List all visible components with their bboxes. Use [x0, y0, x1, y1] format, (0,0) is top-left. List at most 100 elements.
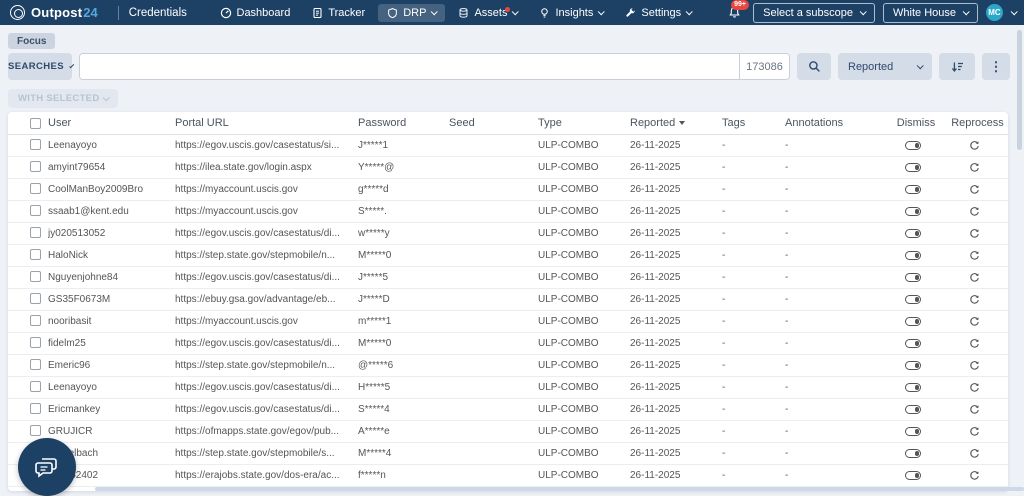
dismiss-toggle-icon[interactable] [905, 405, 921, 414]
table-row[interactable]: nooribasit https://myaccount.uscis.gov m… [8, 311, 1008, 333]
column-header-dismiss[interactable]: Dismiss [885, 117, 947, 129]
user-menu-chevron-icon[interactable] [1011, 8, 1018, 15]
reprocess-icon[interactable] [969, 184, 980, 195]
column-header-type[interactable]: Type [538, 117, 630, 129]
brand-logo-group[interactable]: Outpost 24 [0, 5, 108, 20]
reprocess-icon[interactable] [969, 162, 980, 173]
search-button[interactable] [797, 53, 831, 80]
reprocess-icon[interactable] [969, 272, 980, 283]
user-avatar[interactable]: MC [986, 4, 1003, 21]
row-checkbox[interactable] [30, 403, 41, 414]
table-row[interactable]: Efogelbach https://step.state.gov/stepmo… [8, 443, 1008, 465]
reprocess-icon[interactable] [969, 338, 980, 349]
column-header-portal-url[interactable]: Portal URL [175, 117, 358, 129]
reprocess-icon[interactable] [969, 316, 980, 327]
reprocess-icon[interactable] [969, 382, 980, 393]
row-checkbox[interactable] [30, 205, 41, 216]
nav-item-dashboard[interactable]: Dashboard [211, 4, 300, 22]
row-checkbox[interactable] [30, 183, 41, 194]
table-row[interactable]: CoolManBoy2009Bro https://myaccount.usci… [8, 179, 1008, 201]
row-checkbox[interactable] [30, 425, 41, 436]
reprocess-icon[interactable] [969, 294, 980, 305]
table-row[interactable]: HaloNick https://step.state.gov/stepmobi… [8, 245, 1008, 267]
table-row[interactable]: Nguyenjohne84 https://egov.uscis.gov/cas… [8, 267, 1008, 289]
row-checkbox[interactable] [30, 293, 41, 304]
reprocess-icon[interactable] [969, 140, 980, 151]
dismiss-toggle-icon[interactable] [905, 185, 921, 194]
reprocess-icon[interactable] [969, 228, 980, 239]
dismiss-toggle-icon[interactable] [905, 449, 921, 458]
reprocess-icon[interactable] [969, 448, 980, 459]
dismiss-toggle-icon[interactable] [905, 339, 921, 348]
row-checkbox[interactable] [30, 315, 41, 326]
dismiss-toggle-icon[interactable] [905, 163, 921, 172]
row-checkbox[interactable] [30, 161, 41, 172]
dismiss-toggle-icon[interactable] [905, 361, 921, 370]
dismiss-toggle-icon[interactable] [905, 295, 921, 304]
row-checkbox[interactable] [30, 227, 41, 238]
reprocess-icon[interactable] [969, 426, 980, 437]
column-header-seed[interactable]: Seed [449, 117, 538, 129]
column-header-reprocess[interactable]: Reprocess [947, 117, 1008, 129]
dismiss-toggle-icon[interactable] [905, 471, 921, 480]
row-checkbox[interactable] [30, 139, 41, 150]
table-row[interactable]: Emeric96 https://step.state.gov/stepmobi… [8, 355, 1008, 377]
table-row[interactable]: GS35F0673M https://ebuy.gsa.gov/advantag… [8, 289, 1008, 311]
column-header-tags[interactable]: Tags [722, 117, 785, 129]
reprocess-icon[interactable] [969, 470, 980, 481]
support-chat-button[interactable] [18, 438, 76, 496]
row-checkbox[interactable] [30, 359, 41, 370]
notifications-button[interactable]: 99+ [724, 4, 745, 21]
cell-annotations: - [785, 140, 885, 151]
nav-item-tracker[interactable]: Tracker [303, 4, 374, 22]
dismiss-toggle-icon[interactable] [905, 427, 921, 436]
table-row[interactable]: 069552402 https://erajobs.state.gov/dos-… [8, 465, 1008, 487]
dismiss-toggle-icon[interactable] [905, 317, 921, 326]
cell-reported: 26-11-2025 [630, 338, 722, 349]
table-row[interactable]: amyint79654 https://ilea.state.gov/login… [8, 157, 1008, 179]
dismiss-toggle-icon[interactable] [905, 273, 921, 282]
searches-dropdown-button[interactable]: SEARCHES [8, 53, 72, 80]
with-selected-button[interactable]: WITH SELECTED [8, 89, 118, 108]
row-checkbox[interactable] [30, 381, 41, 392]
column-header-password[interactable]: Password [358, 117, 449, 129]
table-row[interactable]: Leenayoyo https://egov.uscis.gov/casesta… [8, 377, 1008, 399]
table-row[interactable]: jy020513052 https://egov.uscis.gov/cases… [8, 223, 1008, 245]
dismiss-toggle-icon[interactable] [905, 251, 921, 260]
table-row[interactable]: Ericmankey https://egov.uscis.gov/casest… [8, 399, 1008, 421]
cell-type: ULP-COMBO [538, 360, 630, 371]
row-checkbox[interactable] [30, 271, 41, 282]
nav-item-assets[interactable]: Assets [449, 4, 526, 22]
table-row[interactable]: ssaab1@kent.edu https://myaccount.uscis.… [8, 201, 1008, 223]
sort-field-dropdown[interactable]: Reported [838, 53, 932, 80]
column-header-annotations[interactable]: Annotations [785, 117, 885, 129]
scope-dropdown[interactable]: White House [883, 3, 978, 23]
dismiss-toggle-icon[interactable] [905, 383, 921, 392]
sort-direction-button[interactable] [939, 53, 975, 80]
nav-item-settings[interactable]: Settings [616, 4, 700, 22]
search-input[interactable] [80, 54, 739, 79]
subscope-dropdown[interactable]: Select a subscope [753, 3, 875, 23]
dismiss-toggle-icon[interactable] [905, 141, 921, 150]
reprocess-icon[interactable] [969, 250, 980, 261]
select-all-checkbox[interactable] [30, 118, 41, 129]
nav-item-insights[interactable]: Insights [530, 4, 612, 22]
reprocess-icon[interactable] [969, 404, 980, 415]
reprocess-icon[interactable] [969, 360, 980, 371]
dismiss-toggle-icon[interactable] [905, 229, 921, 238]
chevron-down-icon [103, 94, 110, 101]
column-header-reported[interactable]: Reported [630, 117, 722, 129]
column-header-user[interactable]: User [48, 117, 175, 129]
reprocess-icon[interactable] [969, 206, 980, 217]
more-options-button[interactable]: ⋮ [982, 53, 1010, 80]
table-row[interactable]: GRUJICR https://ofmapps.state.gov/egov/p… [8, 421, 1008, 443]
insights-icon [539, 7, 550, 19]
dismiss-toggle-icon[interactable] [905, 207, 921, 216]
vertical-scrollbar[interactable] [1017, 30, 1022, 150]
horizontal-scrollbar[interactable] [95, 487, 1024, 491]
nav-item-drp[interactable]: DRP [378, 4, 445, 22]
table-row[interactable]: fidelm25 https://egov.uscis.gov/casestat… [8, 333, 1008, 355]
row-checkbox[interactable] [30, 249, 41, 260]
row-checkbox[interactable] [30, 337, 41, 348]
table-row[interactable]: Leenayoyo https://egov.uscis.gov/casesta… [8, 135, 1008, 157]
